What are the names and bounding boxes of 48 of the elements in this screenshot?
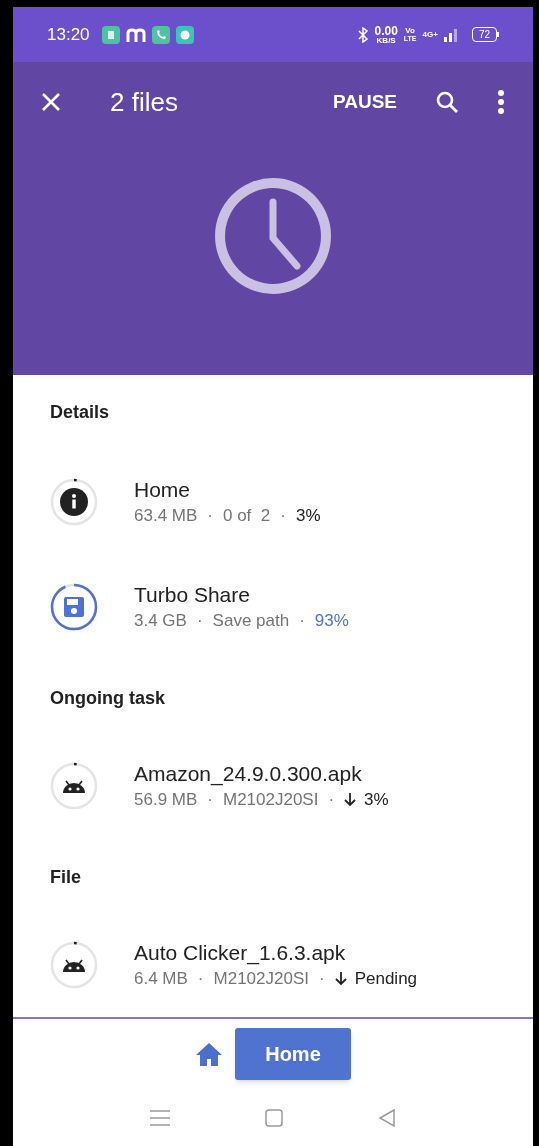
home-button[interactable]: Home [235,1028,351,1080]
separator-dot: · [207,788,213,811]
separator-dot: · [207,504,213,527]
clock: 13:20 [47,23,90,46]
close-icon[interactable] [41,92,61,112]
phone-notification-icon [151,25,170,44]
section-header: File [50,866,82,888]
search-icon[interactable] [435,90,459,114]
progress-status: Pending [354,967,418,990]
home-icon [195,1042,223,1066]
network-speed: 0.00 [374,24,398,37]
home-nav-icon[interactable] [265,1108,283,1127]
progress-status: 93% [314,609,349,632]
separator-dot: · [196,609,203,632]
meta-text: 3.4 GB [134,609,187,632]
separator-dot: · [328,788,335,811]
network-type: 4G+ [422,28,438,41]
meta-text: Save path [212,609,290,632]
meta-text: 0 of 2 [223,504,271,527]
pause-button[interactable]: PAUSE [332,87,397,117]
app-notification-icon [101,25,120,44]
section-header: Details [50,401,111,423]
speed-unit: KB/S [376,36,396,45]
screen-title: 2 files [110,85,178,119]
progress-status: 3% [364,788,389,811]
file-name: Turbo Share [134,581,251,608]
m-notification-icon [125,27,146,42]
separator-dot: · [280,504,286,527]
section-header: Ongoing task [50,687,166,709]
file-name: Home [134,476,192,503]
volte-label: Vo [405,27,415,35]
file-name: Amazon_24.9.0.300.apk [134,760,363,788]
progress-status: 3% [295,504,321,527]
chat-notification-icon [175,25,194,44]
separator-dot: · [319,967,325,990]
separator-dot: · [197,967,204,990]
file-name: Auto Clicker_1.6.3.apk [134,939,347,967]
meta-text: 56.9 MB [134,788,198,811]
separator-dot: · [299,609,305,632]
signal-icon [443,27,458,42]
meta-text: M2102J20SI [213,967,309,990]
bluetooth-icon [358,26,369,43]
meta-text: 63.4 MB [134,504,198,527]
more-options-icon[interactable] [497,89,505,115]
battery-icon: 72 [471,27,499,42]
meta-text: M2102J20SI [223,788,319,811]
meta-text: 6.4 MB [134,967,188,990]
back-icon[interactable] [378,1107,396,1128]
